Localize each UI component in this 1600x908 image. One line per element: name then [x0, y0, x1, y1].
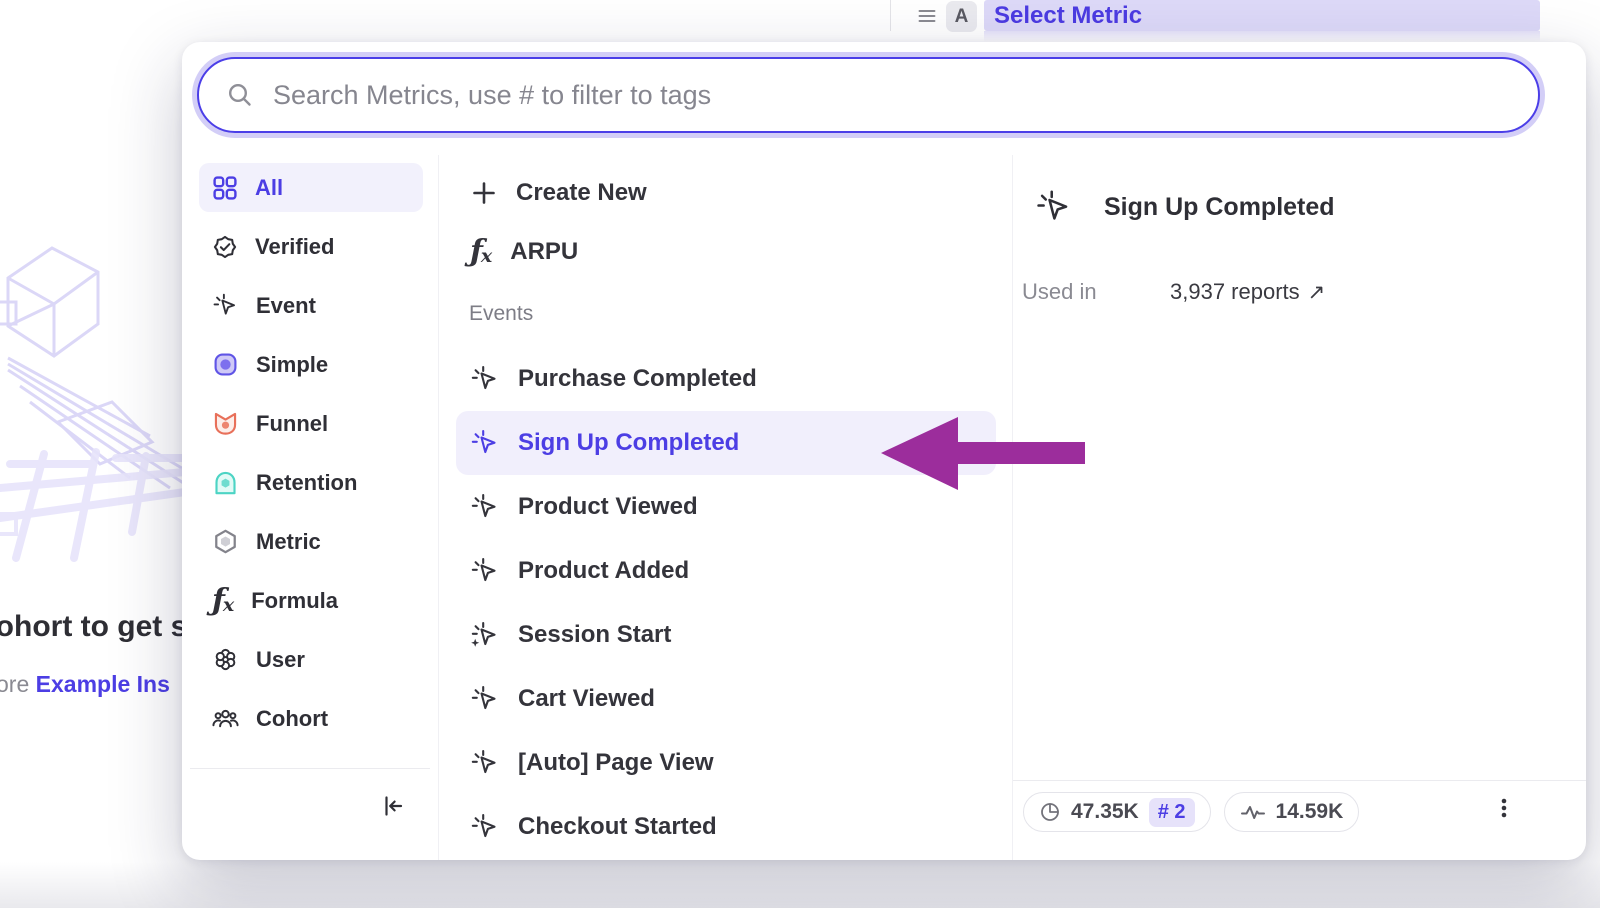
background-link-line: ore Example Ins [0, 671, 170, 698]
create-new-button[interactable]: Create New [456, 163, 996, 222]
sidebar-item-label: Verified [255, 234, 334, 260]
metric-row-label-badge: A [946, 1, 977, 32]
annotation-arrow [870, 404, 1086, 499]
used-in-row: Used in 3,937 reports↗ [1022, 279, 1566, 305]
list-item-label: Create New [516, 179, 647, 207]
sidebar-item-label: Formula [251, 588, 338, 614]
pie-chart-icon [1039, 801, 1061, 823]
sidebar-item-label: Event [256, 293, 316, 319]
detail-header: Sign Up Completed [1035, 188, 1586, 226]
list-item-label: Purchase Completed [518, 365, 757, 393]
list-item-label: Checkout Started [518, 813, 717, 841]
sidebar-item-label: Simple [256, 352, 328, 378]
sidebar-item-simple[interactable]: Simple [199, 340, 423, 389]
sidebar-item-user[interactable]: User [199, 635, 423, 684]
stat-value: 14.59K [1276, 800, 1344, 824]
grid-icon [212, 175, 238, 201]
detail-title: Sign Up Completed [1104, 193, 1335, 222]
event-spark-cursor-icon [470, 556, 500, 586]
sidebar-item-label: User [256, 647, 305, 673]
used-in-reports-link[interactable]: 3,937 reports↗ [1170, 279, 1325, 305]
retention-icon [212, 469, 239, 496]
sidebar-item-label: Retention [256, 470, 357, 496]
list-item-arpu[interactable]: ƒx ARPU [456, 222, 996, 281]
event-spark-cursor-icon [470, 684, 500, 714]
search-icon [227, 82, 253, 108]
page-bottom-fade [0, 862, 1600, 908]
list-item-label: Cart Viewed [518, 685, 655, 713]
sidebar-item-metric[interactable]: Metric [199, 517, 423, 566]
event-spark-cursor-icon [470, 428, 500, 458]
rank-chip: # 2 [1149, 798, 1195, 827]
list-item-label: [Auto] Page View [518, 749, 714, 777]
event-spark-cursor-icon [1035, 188, 1073, 226]
cohort-people-icon [212, 705, 239, 732]
formula-fx-icon: ƒx [470, 237, 492, 267]
pulse-icon [1240, 799, 1266, 825]
funnel-icon [212, 410, 239, 437]
simple-icon [212, 351, 239, 378]
metric-type-sidebar: All Verified Event Simple [182, 155, 438, 860]
event-spark-cursor-icon [470, 748, 500, 778]
formula-fx-icon: ƒx [212, 586, 234, 616]
sidebar-item-retention[interactable]: Retention [199, 458, 423, 507]
sidebar-item-all[interactable]: All [199, 163, 423, 212]
collapse-left-icon [380, 793, 406, 819]
metric-hexagon-icon [212, 528, 239, 555]
plus-icon [470, 179, 498, 207]
stat-value: 47.35K [1071, 800, 1139, 824]
session-start-spark-cursor-icon [470, 620, 500, 650]
sidebar-item-label: Cohort [256, 706, 328, 732]
sidebar-item-label: Metric [256, 529, 321, 555]
list-item-label: Session Start [518, 621, 671, 649]
example-insights-link[interactable]: Example Ins [36, 671, 170, 697]
collapse-sidebar-button[interactable] [376, 789, 410, 823]
event-spark-cursor-icon [212, 292, 239, 319]
event-spark-cursor-icon [470, 364, 500, 394]
more-options-icon[interactable] [1492, 796, 1516, 820]
used-in-label: Used in [1022, 279, 1170, 305]
list-item-auto-page-view[interactable]: [Auto] Page View [456, 731, 996, 795]
sidebar-item-event[interactable]: Event [199, 281, 423, 330]
list-item-label: Product Viewed [518, 493, 698, 521]
search-box [197, 57, 1540, 133]
verified-badge-icon [212, 234, 238, 260]
select-metric-title: Select Metric [994, 2, 1142, 30]
list-item-label: Sign Up Completed [518, 429, 739, 457]
list-item-label: ARPU [510, 238, 578, 266]
events-section-header: Events [456, 281, 996, 347]
decorative-illustration [0, 226, 190, 566]
metric-list: Create New ƒx ARPU Events Purchase Compl… [438, 155, 1013, 860]
total-count-badge[interactable]: 47.35K # 2 [1023, 792, 1211, 832]
sidebar-item-funnel[interactable]: Funnel [199, 399, 423, 448]
list-item-purchase-completed[interactable]: Purchase Completed [456, 347, 996, 411]
sidebar-item-formula[interactable]: ƒx Formula [199, 576, 423, 625]
metric-detail-panel: Sign Up Completed Used in 3,937 reports↗… [1013, 155, 1586, 860]
list-item-cart-viewed[interactable]: Cart Viewed [456, 667, 996, 731]
event-spark-cursor-icon [470, 492, 500, 522]
activity-count-badge[interactable]: 14.59K [1224, 792, 1360, 832]
metric-field-fade [984, 31, 1540, 42]
detail-footer: 47.35K # 2 14.59K [1013, 780, 1586, 860]
background-link-prefix: ore [0, 671, 29, 697]
drag-handle-icon[interactable] [918, 8, 936, 24]
sidebar-item-cohort[interactable]: Cohort [199, 694, 423, 743]
sidebar-item-verified[interactable]: Verified [199, 222, 423, 271]
sidebar-item-label: All [255, 175, 283, 201]
dialog-body: All Verified Event Simple [182, 155, 1586, 860]
list-item-label: Product Added [518, 557, 689, 585]
search-input[interactable] [273, 80, 1518, 111]
event-spark-cursor-icon [470, 812, 500, 842]
list-item-product-added[interactable]: Product Added [456, 539, 996, 603]
sidebar-footer-divider [190, 768, 430, 769]
topbar-divider [890, 0, 891, 31]
list-item-session-start[interactable]: Session Start [456, 603, 996, 667]
select-metric-field[interactable]: Select Metric [984, 0, 1540, 31]
background-heading-fragment: Cohort to get s [0, 610, 187, 644]
sidebar-item-label: Funnel [256, 411, 328, 437]
user-cluster-icon [212, 646, 239, 673]
external-link-icon: ↗ [1308, 281, 1326, 304]
list-item-checkout-started[interactable]: Checkout Started [456, 795, 996, 859]
